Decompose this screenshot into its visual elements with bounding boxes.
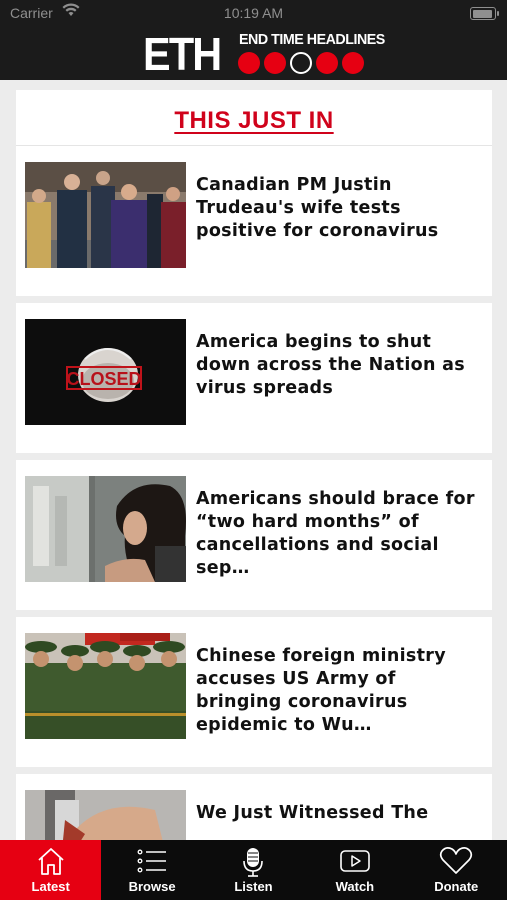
article-thumbnail[interactable] — [25, 476, 186, 582]
tab-label: Latest — [31, 879, 70, 894]
heart-icon — [439, 846, 473, 880]
tab-bar: Latest Browse Listen Watch Donate — [0, 840, 507, 900]
app-header: ETH END TIME HEADLINES — [0, 28, 507, 80]
article-card[interactable]: Chinese foreign ministry accuses US Army… — [16, 617, 492, 767]
tab-latest[interactable]: Latest — [0, 840, 102, 900]
article-card[interactable]: CLOSED America begins to shut down acros… — [16, 303, 492, 453]
article-card[interactable]: Canadian PM Justin Trudeau's wife tests … — [16, 146, 492, 296]
article-headline[interactable]: Chinese foreign ministry accuses US Army… — [196, 645, 486, 737]
section-title: THIS JUST IN — [174, 107, 334, 134]
article-thumbnail[interactable] — [25, 633, 186, 739]
tab-watch[interactable]: Watch — [304, 840, 405, 900]
page-dot[interactable] — [238, 52, 260, 74]
page-dot[interactable] — [316, 52, 338, 74]
article-headline[interactable]: America begins to shut down across the N… — [196, 331, 486, 400]
app-subtitle: END TIME HEADLINES — [239, 31, 385, 48]
list-icon — [136, 846, 168, 880]
tab-browse[interactable]: Browse — [101, 840, 202, 900]
battery-level — [472, 9, 492, 18]
tab-label: Donate — [434, 879, 479, 894]
section-banner: THIS JUST IN — [16, 90, 492, 146]
article-card[interactable]: Americans should brace for “two hard mon… — [16, 460, 492, 610]
tab-label: Listen — [234, 879, 273, 894]
closed-sign-text: CLOSED — [66, 369, 141, 389]
play-icon — [339, 846, 371, 880]
tab-label: Browse — [128, 879, 176, 894]
clock: 10:19 AM — [223, 5, 284, 21]
tab-label: Watch — [335, 879, 375, 894]
article-thumbnail[interactable] — [25, 162, 186, 268]
app-logo: ETH — [143, 28, 222, 80]
battery-icon — [470, 7, 499, 20]
status-bar: Carrier 10:19 AM — [0, 0, 507, 28]
tab-donate[interactable]: Donate — [406, 840, 507, 900]
page-indicator — [238, 52, 364, 74]
home-icon — [35, 846, 67, 880]
article-headline[interactable]: Canadian PM Justin Trudeau's wife tests … — [196, 174, 486, 243]
microphone-icon — [237, 846, 269, 882]
news-feed[interactable]: THIS JUST IN Canadian PM Justin Trudeau'… — [16, 90, 492, 840]
page-dot[interactable] — [264, 52, 286, 74]
article-headline[interactable]: Americans should brace for “two hard mon… — [196, 488, 486, 580]
tab-listen[interactable]: Listen — [203, 840, 304, 900]
page-dot[interactable] — [342, 52, 364, 74]
article-thumbnail[interactable]: CLOSED — [25, 319, 186, 425]
article-headline[interactable]: We Just Witnessed The — [196, 802, 486, 825]
page-dot[interactable] — [290, 52, 312, 74]
article-card[interactable]: We Just Witnessed The — [16, 774, 492, 840]
article-thumbnail[interactable] — [25, 790, 186, 840]
